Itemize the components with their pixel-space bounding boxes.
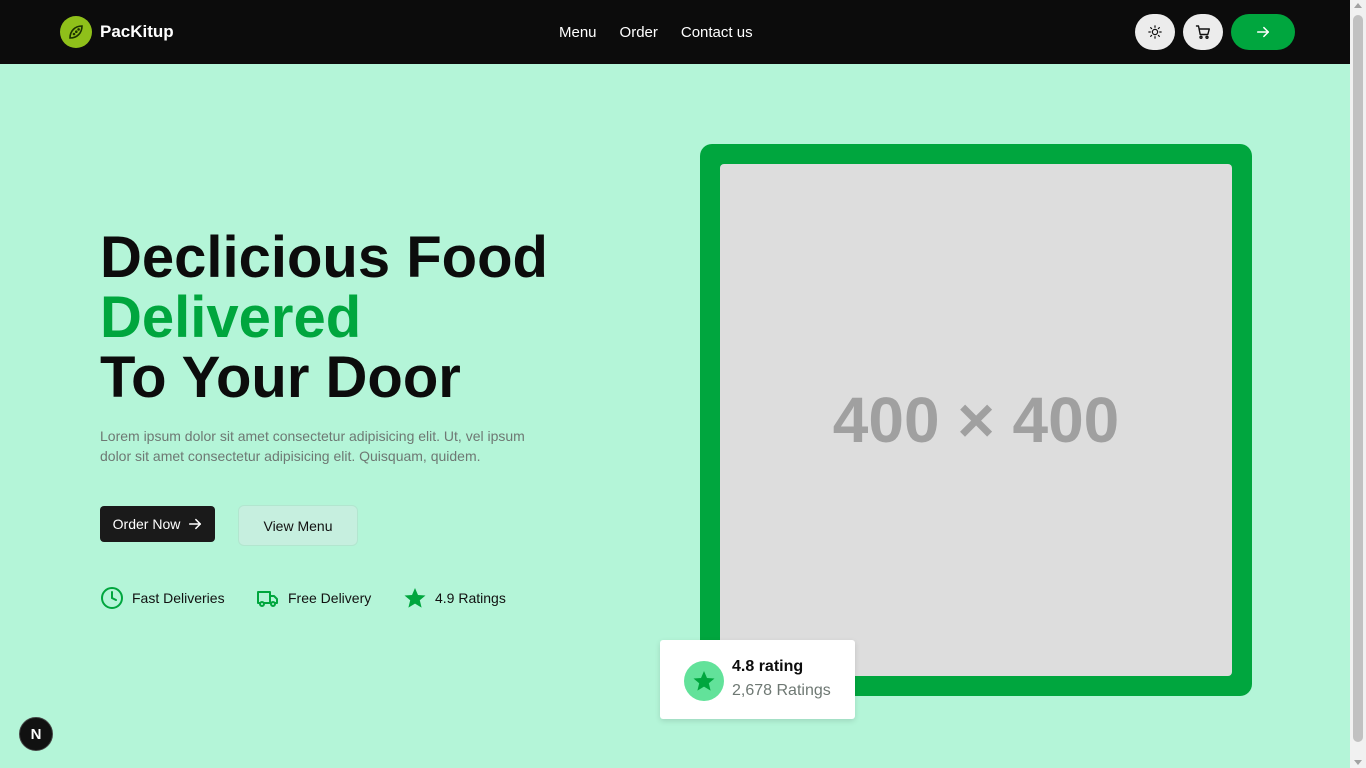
nav-link-menu[interactable]: Menu — [559, 24, 597, 41]
brand-name: PacKitup — [100, 22, 174, 41]
feature-fast-deliveries: Fast Deliveries — [100, 586, 225, 610]
order-now-label: Order Now — [112, 516, 181, 532]
scroll-down-arrow-icon[interactable] — [1354, 760, 1362, 765]
main-nav: Menu Order Contact us — [559, 24, 776, 41]
navbar: PacKitup Menu Order Contact us — [0, 0, 1350, 64]
page-scrollbar[interactable] — [1350, 0, 1366, 768]
star-icon — [404, 588, 426, 608]
hero-image-placeholder: 400 × 400 — [720, 164, 1232, 676]
feature-free-delivery: Free Delivery — [256, 586, 371, 610]
brand[interactable]: PacKitup — [60, 16, 174, 48]
feature-ratings: 4.9 Ratings — [403, 586, 506, 610]
cta-arrow-button[interactable] — [1231, 14, 1295, 50]
scroll-up-arrow-icon[interactable] — [1354, 3, 1362, 8]
arrow-right-icon — [189, 518, 202, 530]
order-now-button[interactable]: Order Now — [100, 506, 215, 542]
arrow-right-icon — [1256, 26, 1270, 38]
rating-count: 2,678 Ratings — [732, 682, 831, 699]
feature-label: Free Delivery — [288, 590, 372, 606]
hero-description: Lorem ipsum dolor sit amet consectetur a… — [100, 428, 525, 464]
nav-link-contact[interactable]: Contact us — [681, 24, 753, 41]
hero-title: Declicious Food Delivered To Your Door — [100, 228, 548, 408]
rating-card: 4.8 rating 2,678 Ratings — [660, 640, 855, 719]
cart-button[interactable] — [1183, 14, 1223, 50]
hero-title-line-1: Declicious Food — [100, 225, 548, 290]
star-icon — [693, 671, 715, 691]
rating-value: 4.8 rating — [732, 658, 804, 675]
feature-label: 4.9 Ratings — [435, 590, 506, 606]
cart-icon — [1195, 25, 1210, 40]
rating-badge — [684, 661, 724, 701]
hero-title-line-3: To Your Door — [100, 345, 461, 410]
view-menu-button[interactable]: View Menu — [238, 505, 358, 546]
feature-label: Fast Deliveries — [132, 590, 225, 606]
view-menu-label: View Menu — [263, 517, 333, 534]
sun-icon — [1148, 25, 1162, 39]
truck-icon — [257, 591, 278, 607]
theme-toggle-button[interactable] — [1135, 14, 1175, 50]
hero-title-accent: Delivered — [100, 285, 362, 350]
hero-image-frame: 400 × 400 — [700, 144, 1252, 696]
nav-link-order[interactable]: Order — [620, 24, 658, 41]
leaf-pod-icon — [60, 16, 92, 48]
scroll-thumb[interactable] — [1353, 15, 1363, 742]
dev-tools-badge[interactable]: N — [19, 717, 53, 751]
clock-icon — [101, 587, 123, 609]
